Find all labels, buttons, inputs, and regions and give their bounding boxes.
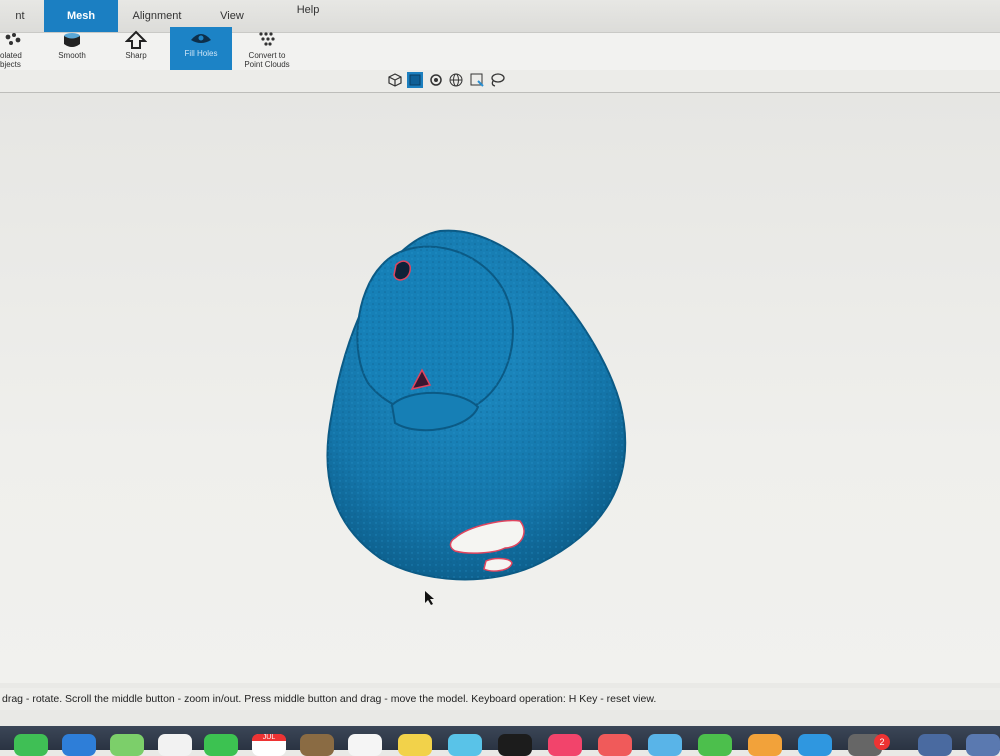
wireframe-view-icon[interactable] (448, 72, 464, 88)
cube-view-icon[interactable] (387, 72, 403, 88)
status-hint-text: drag - rotate. Scroll the middle button … (2, 693, 657, 705)
sharp-label: Sharp (125, 51, 147, 60)
launchpad-icon[interactable] (966, 734, 1000, 756)
mesh-hole (393, 260, 411, 281)
app-store-icon[interactable] (798, 734, 832, 756)
freeform-icon[interactable] (448, 734, 482, 756)
select-view-icon[interactable] (469, 72, 485, 88)
tab-help[interactable]: Help (276, 0, 340, 26)
fill-holes-icon (170, 27, 232, 49)
isolated-objects-button[interactable]: olated bjects (0, 29, 28, 73)
solid-view-icon[interactable] (407, 72, 423, 88)
convert-to-point-cloud-button[interactable]: Convert to Point Clouds (238, 29, 296, 73)
smooth-icon (50, 29, 94, 51)
facetime-icon[interactable] (204, 734, 238, 756)
tv-icon[interactable] (498, 734, 532, 756)
mouse-cursor (425, 591, 434, 605)
contacts-icon[interactable] (300, 734, 334, 756)
reminders-icon[interactable] (348, 734, 382, 756)
convert-to-point-cloud-label: Convert to Point Clouds (244, 51, 290, 69)
notification-badge: 2 (874, 734, 890, 750)
music-icon[interactable] (548, 734, 582, 756)
maps-icon[interactable] (110, 734, 144, 756)
keynote-icon[interactable] (648, 734, 682, 756)
photos-icon[interactable] (158, 734, 192, 756)
isolated-objects-icon (0, 29, 28, 51)
3d-viewport[interactable] (0, 93, 1000, 683)
pages-icon[interactable] (748, 734, 782, 756)
fill-holes-label: Fill Holes (184, 49, 218, 58)
sharp-button[interactable]: Sharp (114, 29, 158, 73)
dock: JUL (0, 726, 1000, 756)
view-toolbar (0, 70, 1000, 93)
status-bar: drag - rotate. Scroll the middle button … (0, 688, 1000, 710)
numbers-icon[interactable] (698, 734, 732, 756)
messages-icon[interactable] (14, 734, 48, 756)
calendar-month: JUL (252, 734, 286, 741)
lasso-view-icon[interactable] (489, 72, 505, 88)
smooth-button[interactable]: Smooth (50, 29, 94, 73)
tab-mesh[interactable]: Mesh (44, 0, 118, 32)
convert-to-point-cloud-icon (238, 29, 296, 51)
scanner-app-icon[interactable] (918, 734, 952, 756)
news-icon[interactable] (598, 734, 632, 756)
calendar-icon[interactable]: JUL (252, 734, 286, 756)
mail-icon[interactable] (62, 734, 96, 756)
notes-icon[interactable] (398, 734, 432, 756)
isolated-objects-label: olated bjects (0, 51, 22, 69)
ribbon-toolbar: olated bjects Smooth Sharp Fill Holes Co… (0, 27, 1000, 75)
smooth-label: Smooth (58, 51, 86, 60)
duck-mesh-model[interactable] (0, 93, 1000, 683)
tab-point-cloud[interactable]: nt Cloud (0, 0, 40, 54)
sharp-icon (114, 29, 158, 51)
texture-view-icon[interactable] (428, 72, 444, 88)
fill-holes-button[interactable]: Fill Holes (170, 27, 232, 75)
